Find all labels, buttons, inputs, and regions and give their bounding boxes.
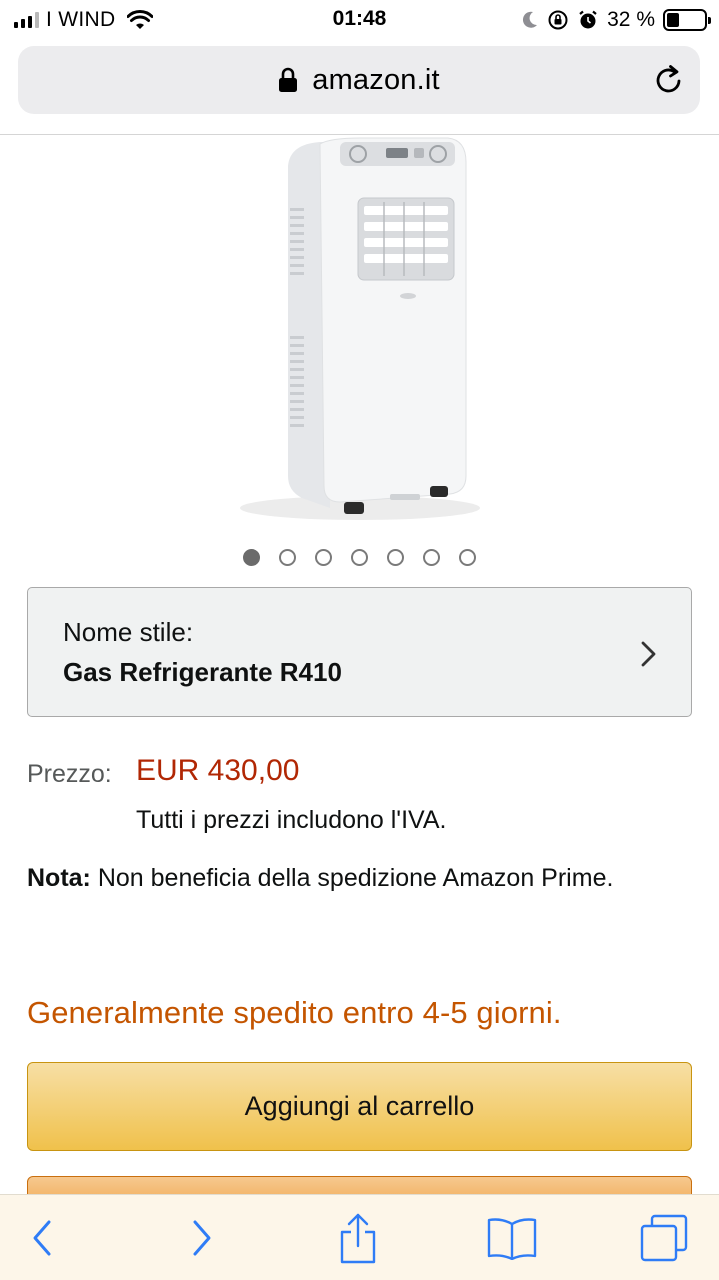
chevron-right-icon bbox=[641, 641, 656, 667]
toolbar-divider bbox=[0, 134, 719, 135]
style-value: Gas Refrigerante R410 bbox=[63, 657, 342, 687]
shipping-note-text: Non beneficia della spedizione Amazon Pr… bbox=[90, 864, 614, 892]
vat-note: Tutti i prezzi includono l'IVA. bbox=[136, 806, 447, 834]
url-domain: amazon.it bbox=[312, 63, 440, 96]
forward-button[interactable] bbox=[170, 1195, 234, 1280]
image-carousel-indicator[interactable] bbox=[0, 549, 719, 569]
carousel-dot[interactable] bbox=[279, 549, 296, 566]
carousel-dot[interactable] bbox=[387, 549, 404, 566]
shipping-note-label: Nota: bbox=[27, 864, 91, 892]
carousel-dot[interactable] bbox=[423, 549, 440, 566]
status-bar: I WIND 01:48 32 % bbox=[0, 0, 719, 40]
price-label: Prezzo: bbox=[27, 760, 112, 788]
bookmarks-button[interactable] bbox=[478, 1195, 546, 1280]
availability-message: Generalmente spedito entro 4-5 giorni. bbox=[27, 995, 562, 1030]
style-label: Nome stile: bbox=[63, 617, 194, 647]
price-value: EUR 430,00 bbox=[136, 754, 300, 787]
tabs-button[interactable] bbox=[632, 1195, 696, 1280]
alarm-icon bbox=[579, 10, 597, 29]
carousel-dot[interactable] bbox=[243, 549, 260, 566]
carousel-dot[interactable] bbox=[459, 549, 476, 566]
moon-icon bbox=[523, 11, 538, 28]
battery-icon bbox=[663, 9, 711, 31]
carousel-dot[interactable] bbox=[315, 549, 332, 566]
orientation-lock-icon bbox=[548, 10, 568, 30]
share-button[interactable] bbox=[326, 1195, 390, 1280]
battery-percent: 32 % bbox=[607, 8, 655, 31]
forward-icon bbox=[193, 1220, 211, 1256]
battery-level bbox=[667, 13, 679, 27]
back-button[interactable] bbox=[10, 1195, 74, 1280]
tabs-icon bbox=[640, 1214, 688, 1262]
carousel-dot[interactable] bbox=[351, 549, 368, 566]
product-image[interactable] bbox=[230, 136, 490, 522]
shipping-note: Nota: Non beneficia della spedizione Ama… bbox=[27, 859, 667, 897]
share-icon bbox=[340, 1213, 376, 1264]
lock-icon bbox=[279, 67, 298, 92]
status-right: 32 % bbox=[521, 7, 711, 33]
bookmarks-icon bbox=[487, 1218, 537, 1260]
add-to-cart-button[interactable]: Aggiungi al carrello bbox=[27, 1062, 692, 1151]
back-icon bbox=[33, 1220, 51, 1256]
address-bar[interactable]: amazon.it bbox=[18, 46, 700, 114]
style-selector[interactable]: Nome stile: Gas Refrigerante R410 bbox=[27, 587, 692, 717]
browser-toolbar bbox=[0, 1194, 719, 1280]
url-display[interactable]: amazon.it bbox=[18, 46, 700, 114]
reload-icon[interactable] bbox=[652, 63, 686, 97]
